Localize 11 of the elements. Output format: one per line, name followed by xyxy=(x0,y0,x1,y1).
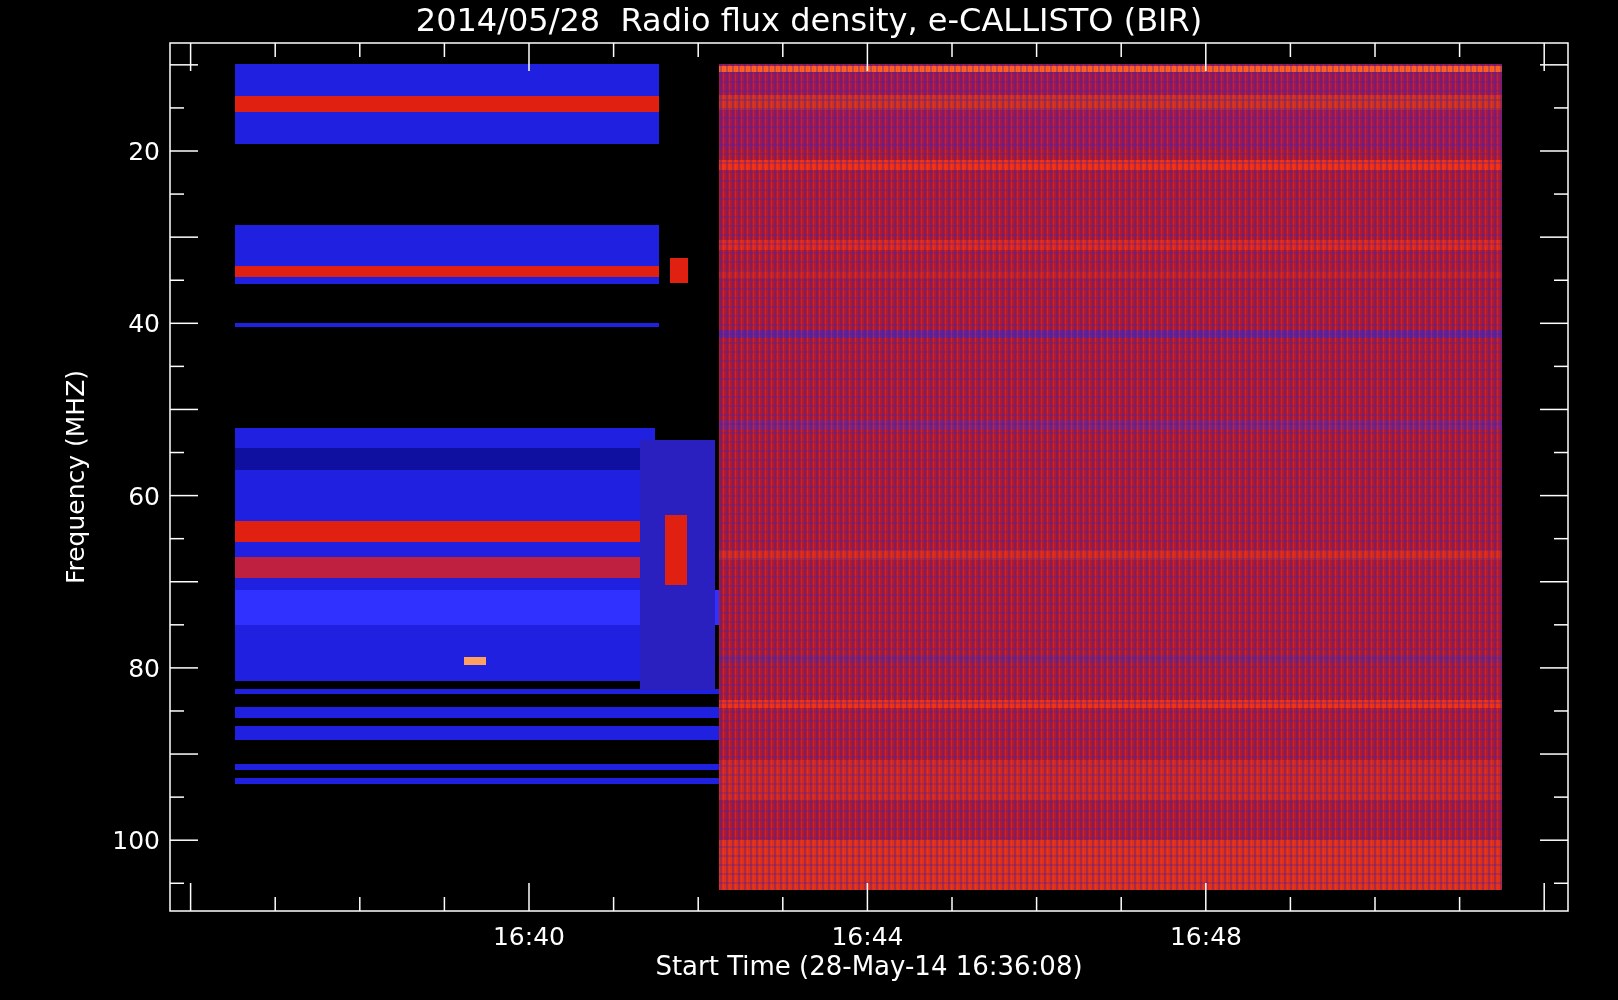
y-tick-label: 20 xyxy=(128,137,160,166)
x-tick-label: 16:44 xyxy=(831,922,904,951)
chart-title: 2014/05/28 Radio flux density, e-CALLISTO (BIR) xyxy=(415,1,1203,39)
y-tick-label: 80 xyxy=(128,653,160,683)
x-tick-label: 16:40 xyxy=(493,922,565,951)
y-tick-label: 40 xyxy=(128,309,160,339)
y-axis-label: Frequency (MHZ) xyxy=(61,369,90,585)
x-axis-label: Start Time (28-May-14 16:36:08) xyxy=(655,951,1083,981)
y-tick-label: 100 xyxy=(112,826,160,856)
x-tick-label: 16:48 xyxy=(1170,922,1242,951)
y-tick-label: 60 xyxy=(128,481,160,511)
